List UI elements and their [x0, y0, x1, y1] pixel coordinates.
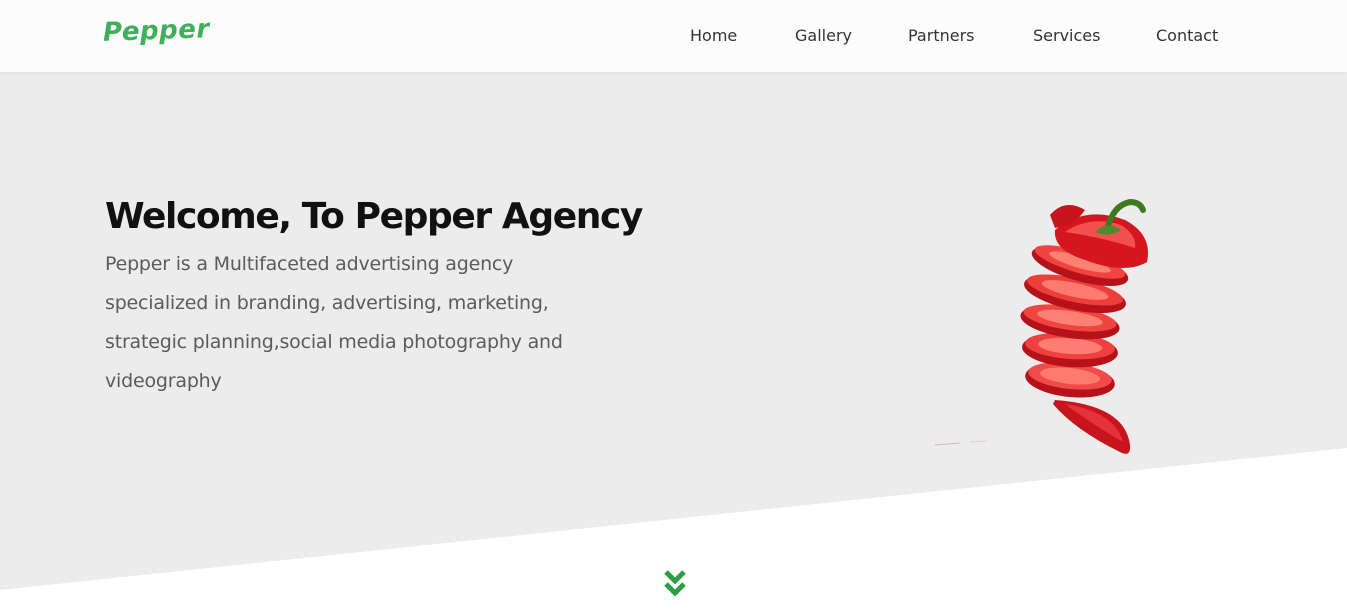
hero-title: Welcome, To Pepper Agency — [105, 196, 643, 237]
nav-partners[interactable]: Partners — [908, 26, 974, 45]
brand-logo[interactable]: Pepper — [103, 14, 211, 48]
sliced-pepper-image — [934, 198, 1149, 454]
hero-description: Pepper is a Multifaceted advertising age… — [105, 253, 563, 392]
navbar: Pepper Home Gallery Partners Services Co… — [0, 0, 1347, 72]
nav-gallery[interactable]: Gallery — [795, 26, 852, 45]
double-chevron-down-icon[interactable] — [663, 568, 687, 600]
nav-contact[interactable]: Contact — [1156, 26, 1218, 45]
nav-services[interactable]: Services — [1033, 26, 1100, 45]
nav-home[interactable]: Home — [690, 26, 737, 45]
hero-section: Welcome, To Pepper Agency Pepper is a Mu… — [0, 72, 1347, 590]
